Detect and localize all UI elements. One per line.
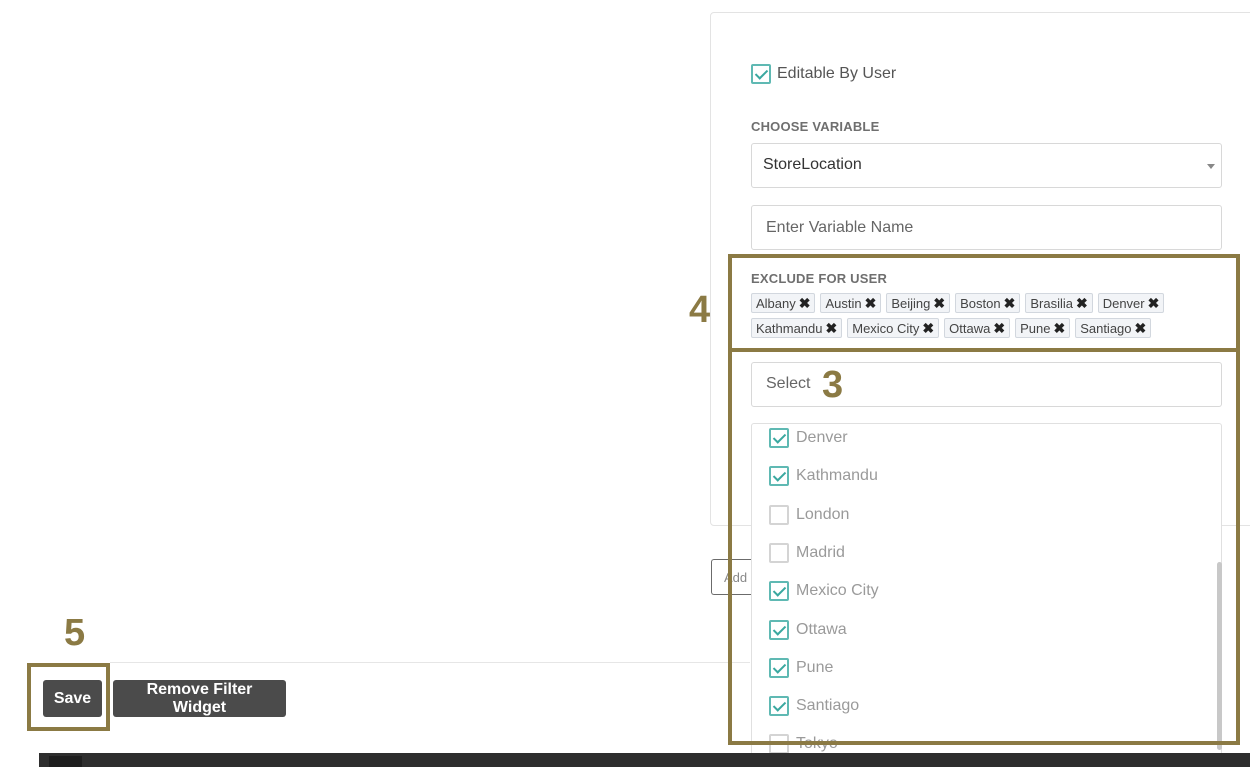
editable-by-user-row[interactable]: Editable By User bbox=[751, 64, 896, 84]
remove-filter-widget-button[interactable]: Remove Filter Widget bbox=[113, 680, 286, 717]
remove-tag-icon[interactable]: ✖ bbox=[1148, 296, 1160, 310]
excluded-tag-label: Kathmandu bbox=[756, 320, 823, 336]
choose-variable-select[interactable]: StoreLocation bbox=[751, 143, 1222, 188]
remove-tag-icon[interactable]: ✖ bbox=[799, 296, 811, 310]
variable-name-input[interactable] bbox=[751, 205, 1222, 250]
option-label: Pune bbox=[796, 658, 834, 676]
option-checkbox[interactable] bbox=[769, 504, 789, 525]
excluded-tag: Austin ✖ bbox=[820, 293, 882, 313]
exclude-options-dropdown[interactable]: Denver Kathmandu London Madrid Mexico City Ot… bbox=[751, 423, 1222, 763]
option-checkbox[interactable] bbox=[769, 696, 789, 717]
excluded-tag: Denver ✖ bbox=[1097, 293, 1165, 313]
option-label: Denver bbox=[796, 429, 848, 446]
excluded-tag-label: Beijing bbox=[891, 295, 931, 311]
excluded-tag: Beijing ✖ bbox=[886, 293, 951, 313]
option-label: Mexico City bbox=[796, 582, 879, 600]
option-ottawa[interactable]: Ottawa bbox=[769, 619, 847, 640]
option-madrid[interactable]: Madrid bbox=[769, 542, 845, 563]
option-label: Kathmandu bbox=[796, 467, 878, 485]
exclude-select-placeholder: Select bbox=[766, 375, 811, 392]
remove-tag-icon[interactable]: ✖ bbox=[865, 296, 877, 310]
excluded-tag-label: Denver bbox=[1102, 295, 1145, 311]
option-label: Madrid bbox=[796, 543, 845, 561]
excluded-tag-label: Ottawa bbox=[949, 320, 991, 336]
option-label: Santiago bbox=[796, 697, 860, 715]
remove-tag-icon[interactable]: ✖ bbox=[1135, 321, 1147, 335]
editable-by-user-checkbox[interactable] bbox=[751, 64, 771, 84]
excluded-tag: Albany ✖ bbox=[751, 293, 816, 313]
option-checkbox[interactable] bbox=[769, 466, 789, 487]
excluded-tag: Pune ✖ bbox=[1015, 318, 1071, 338]
excluded-tag-label: Albany bbox=[756, 295, 796, 311]
option-checkbox[interactable] bbox=[769, 657, 789, 678]
option-tokyo[interactable]: Tokyo bbox=[769, 734, 838, 755]
excluded-tag-label: Austin bbox=[825, 295, 862, 311]
dropdown-scrollbar[interactable] bbox=[1217, 562, 1222, 750]
option-denver[interactable]: Denver bbox=[769, 428, 848, 448]
option-label: Tokyo bbox=[796, 735, 838, 753]
remove-tag-icon[interactable]: ✖ bbox=[826, 321, 838, 335]
option-label: London bbox=[796, 505, 850, 523]
editable-by-user-label: Editable By User bbox=[777, 65, 897, 82]
excluded-tag-label: Mexico City bbox=[852, 320, 920, 336]
exclude-for-user-label: EXCLUDE FOR USER bbox=[751, 271, 888, 286]
add-button[interactable]: Add bbox=[711, 559, 751, 595]
excluded-tag: Boston ✖ bbox=[955, 293, 1021, 313]
excluded-tag: Ottawa ✖ bbox=[944, 318, 1011, 338]
option-pune[interactable]: Pune bbox=[769, 657, 834, 678]
bottom-bar-handle bbox=[49, 756, 82, 767]
remove-tag-icon[interactable]: ✖ bbox=[1004, 296, 1016, 310]
remove-tag-icon[interactable]: ✖ bbox=[1076, 296, 1088, 310]
option-checkbox[interactable] bbox=[769, 619, 789, 640]
option-checkbox[interactable] bbox=[769, 428, 789, 448]
option-label: Ottawa bbox=[796, 620, 847, 638]
add-button-label: Add bbox=[724, 570, 748, 585]
excluded-tag: Santiago ✖ bbox=[1075, 318, 1152, 338]
bottom-bar bbox=[39, 753, 1250, 767]
remove-tag-icon[interactable]: ✖ bbox=[922, 321, 934, 335]
annotation-number-4: 4 bbox=[689, 289, 711, 331]
excluded-tag-label: Boston bbox=[960, 295, 1001, 311]
option-mexico-city[interactable]: Mexico City bbox=[769, 581, 879, 602]
choose-variable-value: StoreLocation bbox=[763, 156, 862, 173]
excluded-tag-label: Pune bbox=[1020, 320, 1051, 336]
excluded-tag-label: Brasilia bbox=[1030, 295, 1073, 311]
excluded-tag: Kathmandu ✖ bbox=[751, 318, 843, 338]
option-london[interactable]: London bbox=[769, 504, 850, 525]
chevron-down-icon bbox=[1207, 164, 1215, 169]
footer-divider bbox=[110, 662, 750, 663]
remove-tag-icon[interactable]: ✖ bbox=[993, 321, 1005, 335]
option-checkbox[interactable] bbox=[769, 542, 789, 563]
excluded-tag: Brasilia ✖ bbox=[1025, 293, 1093, 313]
annotation-number-5: 5 bbox=[64, 612, 86, 654]
remove-tag-icon[interactable]: ✖ bbox=[933, 296, 945, 310]
choose-variable-label: CHOOSE VARIABLE bbox=[751, 119, 880, 134]
excluded-tags-list: Albany ✖ Austin ✖ Beijing ✖ Boston ✖ Brasilia ✖ De… bbox=[751, 293, 1221, 338]
option-santiago[interactable]: Santiago bbox=[769, 696, 860, 717]
excluded-tag-label: Santiago bbox=[1080, 320, 1132, 336]
annotation-number-3: 3 bbox=[822, 364, 844, 406]
excluded-tag: Mexico City ✖ bbox=[847, 318, 940, 338]
option-kathmandu[interactable]: Kathmandu bbox=[769, 466, 878, 487]
option-checkbox[interactable] bbox=[769, 581, 789, 602]
remove-tag-icon[interactable]: ✖ bbox=[1053, 321, 1065, 335]
option-checkbox[interactable] bbox=[769, 734, 789, 755]
save-button[interactable]: Save bbox=[43, 680, 102, 717]
